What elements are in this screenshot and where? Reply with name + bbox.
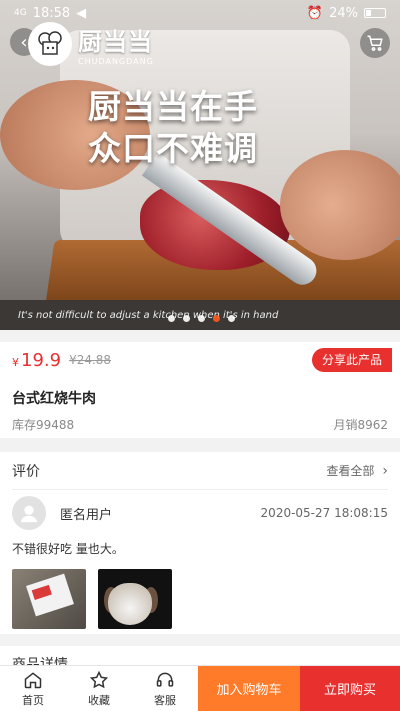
slogan-line-1: 厨当当在手 xyxy=(88,87,258,126)
home-icon xyxy=(24,671,42,688)
banner-hand-right xyxy=(280,150,400,260)
avatar xyxy=(12,496,46,530)
review-photo[interactable] xyxy=(98,569,172,629)
pagination-dot[interactable] xyxy=(228,315,235,322)
battery-icon xyxy=(364,8,386,18)
reviews-title: 评价 xyxy=(12,463,40,480)
stock-count: 库存99488 xyxy=(12,418,75,432)
banner-slogan: 厨当当在手 众口不难调 xyxy=(88,86,258,170)
product-info-card: ¥19.9 ¥24.88 分享此产品 台式红烧牛肉 库存99488 月销8962 xyxy=(0,342,400,438)
review-item: 匿名用户 2020-05-27 18:08:15 不错很好吃 量也大。 xyxy=(12,494,388,629)
review-text: 不错很好吃 量也大。 xyxy=(12,542,124,556)
pagination-dot[interactable] xyxy=(183,315,190,322)
cart-icon xyxy=(367,35,383,51)
product-name: 台式红烧牛肉 xyxy=(12,391,96,407)
pagination-dot-active[interactable] xyxy=(213,315,220,322)
product-detail-page: 厨当当在手 众口不难调 It's not difficult to adjust… xyxy=(0,0,400,711)
favorite-button[interactable]: 收藏 xyxy=(66,666,132,711)
cart-button[interactable] xyxy=(360,28,390,58)
battery-percent: 24% xyxy=(329,5,358,21)
logo-text-en: CHUDANGDANG xyxy=(78,57,154,66)
slogan-line-2: 众口不难调 xyxy=(88,129,258,168)
review-username: 匿名用户 xyxy=(60,507,113,523)
product-price: ¥19.9 xyxy=(12,350,61,371)
alarm-icon: ⏰ xyxy=(306,5,324,21)
reviews-section: 评价 查看全部 › 匿名用户 2020-05-27 18:08:15 不错很好吃… xyxy=(0,452,400,634)
home-button[interactable]: 首页 xyxy=(0,666,66,711)
logo-text-cn: 厨当当 xyxy=(78,28,153,56)
headset-icon xyxy=(156,672,174,687)
share-product-button[interactable]: 分享此产品 xyxy=(311,348,392,372)
monthly-sales: 月销8962 xyxy=(333,418,388,432)
currency-symbol: ¥ xyxy=(12,355,19,369)
favorite-label: 收藏 xyxy=(88,693,110,707)
pagination-dot[interactable] xyxy=(168,315,175,322)
bottom-action-bar: 首页 收藏 客服 加入购物车 立即购买 xyxy=(0,665,400,711)
price-value: 19.9 xyxy=(21,349,62,371)
brand-logo: 厨当当 CHUDANGDANG xyxy=(28,22,154,66)
chef-hat-icon xyxy=(28,22,72,66)
review-date: 2020-05-27 18:08:15 xyxy=(260,506,388,520)
home-label: 首页 xyxy=(22,693,44,707)
star-icon xyxy=(89,670,109,688)
status-time: 18:58 xyxy=(32,5,71,21)
original-price: ¥24.88 xyxy=(69,353,112,367)
buy-now-button[interactable]: 立即购买 xyxy=(300,666,400,711)
mute-icon: ◀ xyxy=(76,5,87,21)
customer-service-button[interactable]: 客服 xyxy=(132,666,198,711)
service-label: 客服 xyxy=(154,693,176,707)
chevron-left-icon: ‹ xyxy=(20,31,28,53)
view-all-label: 查看全部 xyxy=(326,464,375,478)
signal-indicator: 4G xyxy=(14,8,27,18)
view-all-reviews-link[interactable]: 查看全部 › xyxy=(326,462,388,479)
chevron-right-icon: › xyxy=(382,462,388,479)
review-photo[interactable] xyxy=(12,569,86,629)
banner-pagination xyxy=(168,315,235,322)
review-photos xyxy=(12,569,388,629)
add-to-cart-button[interactable]: 加入购物车 xyxy=(198,666,300,711)
banner-subtitle: It's not difficult to adjust a kitchen w… xyxy=(18,310,279,321)
pagination-dot[interactable] xyxy=(198,315,205,322)
